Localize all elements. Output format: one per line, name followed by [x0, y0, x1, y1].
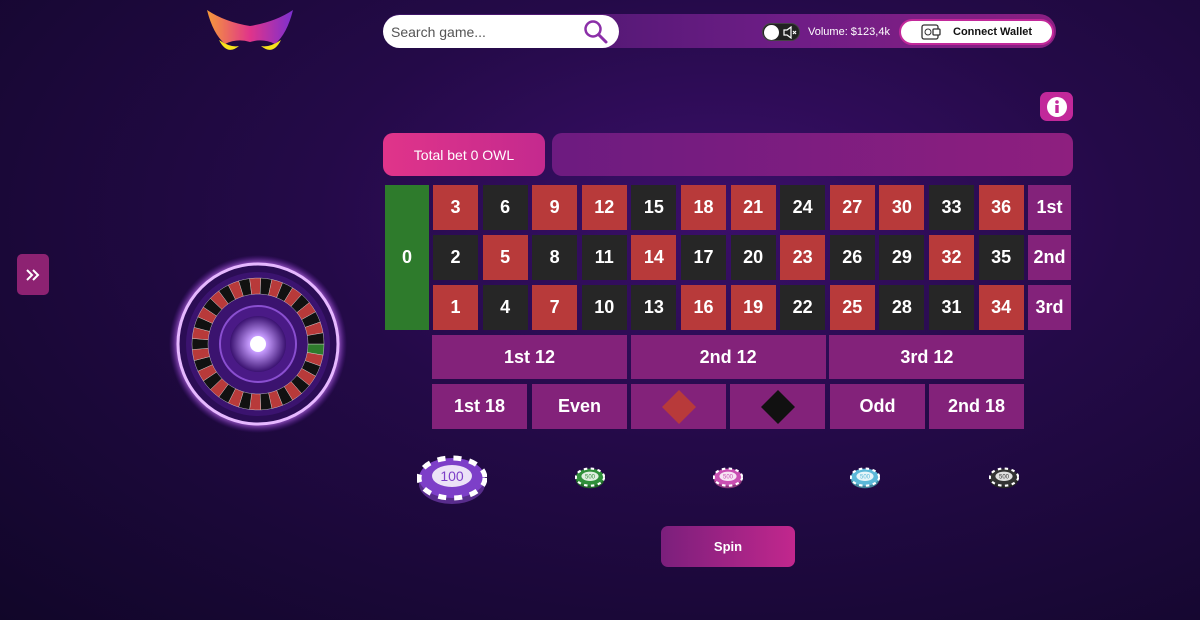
black-diamond-icon	[760, 389, 795, 424]
chip-4[interactable]: 500	[988, 465, 1020, 491]
chip-icon: 500	[712, 467, 744, 489]
info-icon	[1046, 96, 1067, 117]
number-cell-14[interactable]: 14	[631, 235, 677, 280]
number-cell-30[interactable]: 30	[879, 185, 925, 230]
connect-wallet-button[interactable]: Connect Wallet	[899, 19, 1054, 45]
wallet-icon	[921, 24, 941, 40]
speaker-muted-icon	[783, 26, 797, 39]
even-bet[interactable]: Even	[532, 384, 627, 429]
dozen-bet-1[interactable]: 1st 12	[432, 335, 627, 379]
chip-value: 100	[440, 468, 464, 484]
number-cell-18[interactable]: 18	[681, 185, 726, 230]
dozen-bet-3[interactable]: 3rd 12	[829, 335, 1025, 379]
chip-icon: 500	[988, 467, 1020, 489]
expand-sidebar-button[interactable]	[17, 254, 49, 295]
chip-value: 500	[860, 474, 871, 480]
info-button[interactable]	[1040, 92, 1073, 121]
number-cell-12[interactable]: 12	[581, 185, 627, 230]
number-cell-31[interactable]: 31	[929, 285, 974, 330]
number-cell-24[interactable]: 24	[780, 185, 826, 230]
search-icon[interactable]	[583, 19, 609, 45]
number-cell-8[interactable]: 8	[532, 235, 578, 280]
number-cell-5[interactable]: 5	[482, 235, 528, 280]
chip-2[interactable]: 500	[712, 465, 744, 491]
number-cell-1[interactable]: 1	[433, 285, 478, 330]
owl-logo[interactable]	[205, 8, 295, 58]
chip-value: 500	[999, 474, 1010, 480]
search-input[interactable]	[391, 23, 571, 40]
number-cell-16[interactable]: 16	[681, 285, 726, 330]
chip-icon: 500	[574, 467, 606, 489]
number-cell-17[interactable]: 17	[681, 235, 726, 280]
chip-0[interactable]: 100	[416, 454, 488, 506]
column-bet-3rd[interactable]: 3rd	[1028, 285, 1071, 330]
column-bet-1st[interactable]: 1st	[1028, 185, 1071, 230]
spin-button[interactable]: Spin	[661, 526, 795, 567]
chip-3[interactable]: 500	[849, 465, 881, 491]
number-cell-26[interactable]: 26	[829, 235, 875, 280]
high-bet-19-36[interactable]: 2nd 18	[929, 384, 1024, 429]
dozen-bet-2[interactable]: 2nd 12	[630, 335, 826, 379]
number-cell-15[interactable]: 15	[631, 185, 677, 230]
number-zero[interactable]: 0	[385, 185, 429, 330]
number-cell-25[interactable]: 25	[829, 285, 875, 330]
number-cell-28[interactable]: 28	[879, 285, 925, 330]
number-cell-27[interactable]: 27	[829, 185, 875, 230]
low-bet-1-18[interactable]: 1st 18	[432, 384, 527, 429]
red-bet[interactable]	[631, 384, 726, 429]
red-diamond-icon	[661, 389, 696, 424]
number-cell-11[interactable]: 11	[581, 235, 627, 280]
black-bet[interactable]	[730, 384, 825, 429]
odd-bet[interactable]: Odd	[830, 384, 925, 429]
number-cell-29[interactable]: 29	[879, 235, 925, 280]
number-cell-32[interactable]: 32	[929, 235, 974, 280]
sound-toggle[interactable]	[762, 23, 800, 41]
number-cell-35[interactable]: 35	[978, 235, 1024, 280]
total-bet-display: Total bet 0 OWL	[383, 133, 545, 176]
number-cell-2[interactable]: 2	[433, 235, 478, 280]
number-cell-21[interactable]: 21	[730, 185, 776, 230]
chip-icon: 100	[416, 455, 488, 504]
wheel-pocket	[191, 338, 209, 350]
chip-value: 500	[585, 474, 596, 480]
double-chevron-right-icon	[26, 268, 40, 281]
chip-1[interactable]: 500	[574, 465, 606, 491]
search-box[interactable]	[383, 15, 619, 48]
number-cell-4[interactable]: 4	[482, 285, 528, 330]
number-cell-22[interactable]: 22	[780, 285, 826, 330]
toggle-knob	[764, 25, 779, 40]
wheel-pocket	[249, 277, 262, 295]
number-cell-36[interactable]: 36	[978, 185, 1024, 230]
number-cell-34[interactable]: 34	[978, 285, 1024, 330]
connect-wallet-label: Connect Wallet	[953, 26, 1033, 38]
number-cell-13[interactable]: 13	[631, 285, 677, 330]
chip-icon: 500	[849, 467, 881, 489]
roulette-wheel	[168, 254, 348, 434]
number-cell-19[interactable]: 19	[730, 285, 776, 330]
message-bar	[552, 133, 1073, 176]
column-bet-2nd[interactable]: 2nd	[1028, 235, 1071, 280]
volume-text: Volume: $123,4k	[808, 26, 890, 38]
number-cell-10[interactable]: 10	[581, 285, 627, 330]
number-cell-3[interactable]: 3	[433, 185, 478, 230]
number-cell-6[interactable]: 6	[482, 185, 528, 230]
number-cell-23[interactable]: 23	[780, 235, 826, 280]
number-cell-9[interactable]: 9	[532, 185, 578, 230]
chip-value: 500	[723, 474, 734, 480]
number-cell-7[interactable]: 7	[532, 285, 578, 330]
number-cell-20[interactable]: 20	[730, 235, 776, 280]
number-cell-33[interactable]: 33	[929, 185, 974, 230]
